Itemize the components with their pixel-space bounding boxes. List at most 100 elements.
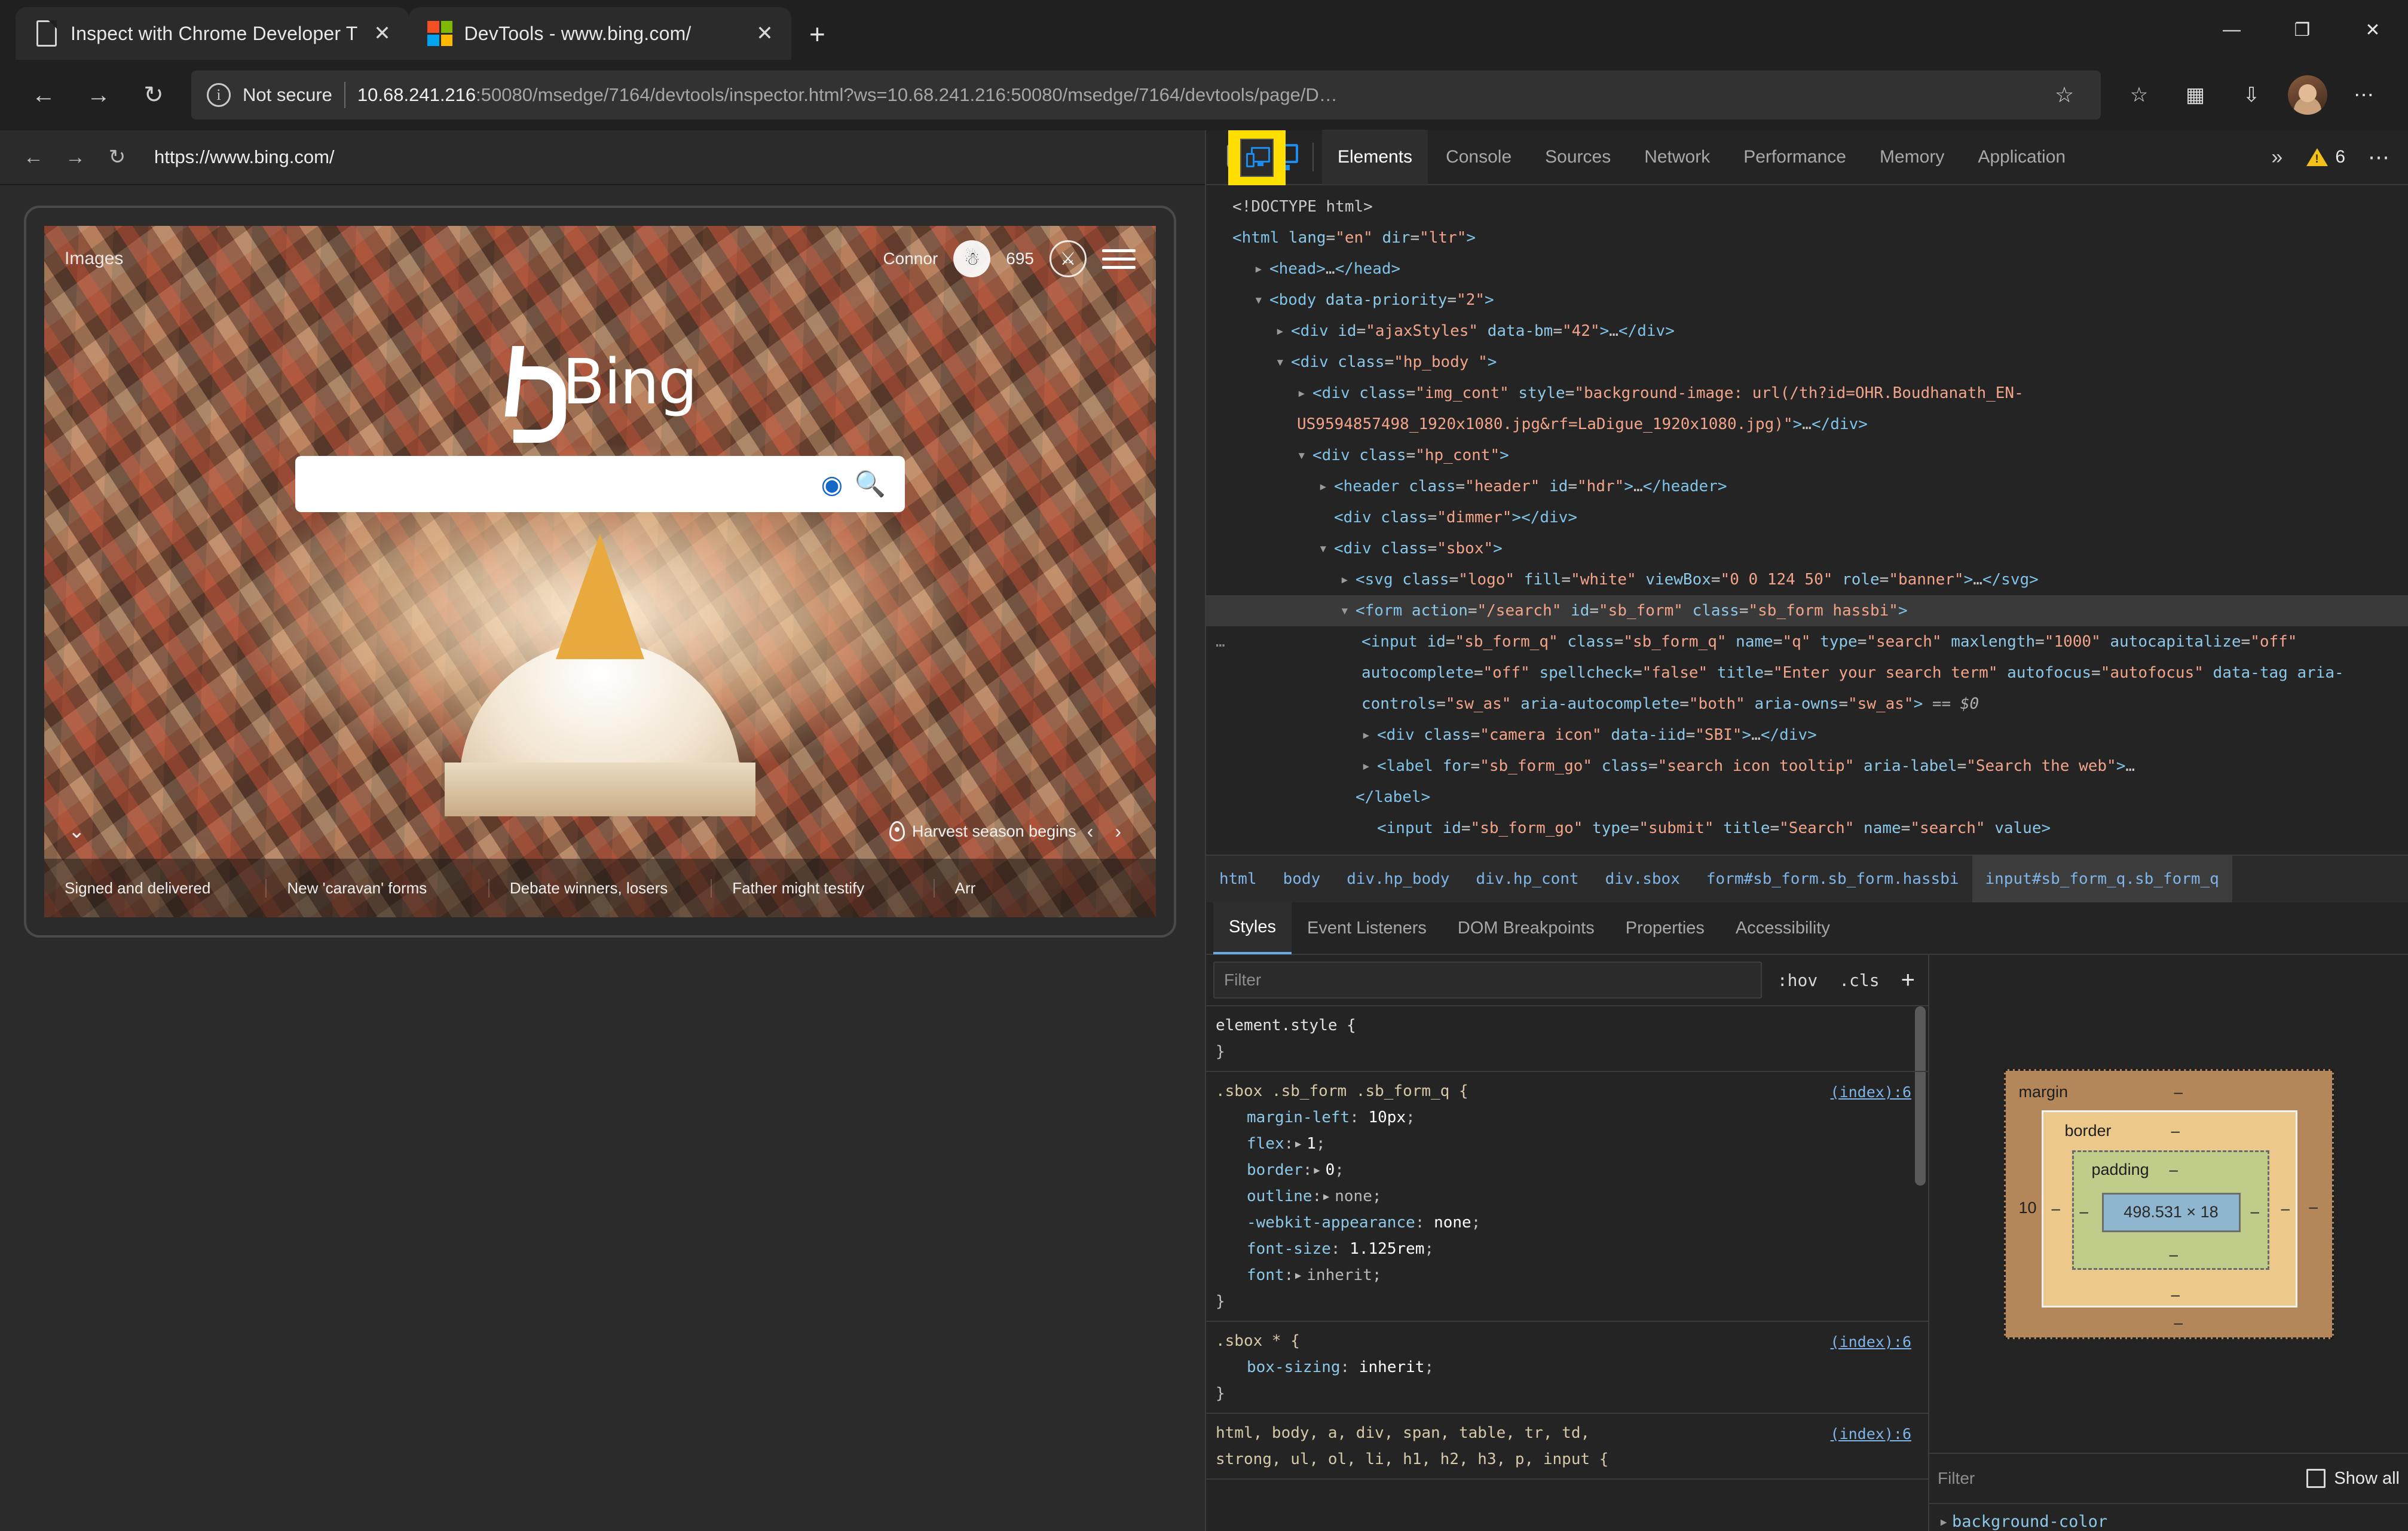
css-source-link[interactable]: (index):6	[1831, 1079, 1911, 1106]
css-declaration[interactable]: box-sizing: inherit;	[1216, 1354, 1928, 1380]
breadcrumb-item-form[interactable]: form#sb_form.sb_form.hassbi	[1693, 856, 1972, 902]
css-rule[interactable]: (index):6 .sbox * { box-sizing: inherit;…	[1206, 1322, 1928, 1414]
tab-memory[interactable]: Memory	[1864, 130, 1960, 185]
css-declaration[interactable]: margin-left: 10px;	[1216, 1104, 1928, 1131]
dom-line-selected[interactable]: … <input id="sb_form_q" class="sb_form_q"…	[1206, 626, 2408, 719]
tab-styles[interactable]: Styles	[1213, 902, 1292, 954]
breadcrumb[interactable]: html body div.hp_body div.hp_cont div.sb…	[1206, 855, 2408, 902]
tab-performance[interactable]: Performance	[1728, 130, 1862, 185]
news-item[interactable]: Arr	[933, 878, 1156, 898]
dom-line[interactable]: ▾ <div class="sbox">	[1206, 533, 2408, 564]
css-source-link[interactable]: (index):6	[1831, 1329, 1911, 1355]
css-declaration[interactable]: -webkit-appearance: none;	[1216, 1210, 1928, 1236]
dom-line[interactable]: ▸ <head>…</head>	[1206, 253, 2408, 284]
styles-filter-input[interactable]: Filter	[1213, 962, 1762, 999]
person-icon[interactable]: ☃	[953, 240, 991, 277]
show-all-checkbox[interactable]: Show all	[2306, 1469, 2400, 1489]
next-image-button[interactable]: ›	[1104, 820, 1132, 843]
css-rules-list[interactable]: element.style { } (index):6 .sbox .sb_fo…	[1206, 1006, 1928, 1531]
computed-properties-list[interactable]: ▸ background-color	[1929, 1504, 2408, 1531]
breadcrumb-item-html[interactable]: html	[1206, 856, 1270, 902]
more-menu-icon[interactable]: ⋯	[2337, 69, 2390, 121]
info-icon[interactable]: i	[207, 83, 231, 107]
css-rule[interactable]: (index):6 .sbox .sb_form .sb_form_q { ma…	[1206, 1072, 1928, 1322]
breadcrumb-item-hp-body[interactable]: div.hp_body	[1333, 856, 1462, 902]
dom-tree[interactable]: <!DOCTYPE html> <html lang="en" dir="ltr…	[1206, 185, 2408, 855]
tab-console[interactable]: Console	[1430, 130, 1527, 185]
maximize-button[interactable]: ❐	[2267, 0, 2337, 60]
page-reload-button[interactable]: ↻	[99, 139, 135, 175]
dom-line[interactable]: ▸ <svg class="logo" fill="white" viewBox=…	[1206, 564, 2408, 595]
box-model-content[interactable]: 498.531 × 18	[2101, 1192, 2241, 1232]
box-model-diagram[interactable]: margin – 10 – – – border – – –	[1929, 955, 2408, 1453]
dom-line[interactable]: </label>	[1206, 782, 2408, 813]
css-source-link[interactable]: (index):6	[1831, 1421, 1911, 1447]
css-declaration[interactable]: font:▸ inherit;	[1216, 1262, 1928, 1288]
minimize-button[interactable]: —	[2196, 0, 2267, 60]
border-right-value[interactable]: –	[2281, 1199, 2290, 1218]
tab-dom-breakpoints[interactable]: DOM Breakpoints	[1442, 902, 1610, 954]
dom-line[interactable]: <input id="sb_form_go" type="submit" tit…	[1206, 813, 2408, 844]
collections-icon[interactable]: ▦	[2169, 69, 2222, 121]
favorite-star-icon[interactable]: ☆	[2043, 82, 2085, 108]
tab-properties[interactable]: Properties	[1610, 902, 1720, 954]
breadcrumb-item-body[interactable]: body	[1270, 856, 1334, 902]
breadcrumb-item-sbox[interactable]: div.sbox	[1592, 856, 1693, 902]
chevron-right-icon[interactable]: ▸	[1939, 1512, 1952, 1531]
dom-line[interactable]: ▸ <div class="img_cont" style="background…	[1206, 378, 2408, 440]
tab-close-icon[interactable]: ✕	[751, 23, 778, 44]
dom-line[interactable]: ▾ <div class="hp_cont">	[1206, 440, 2408, 471]
border-top-value[interactable]: –	[2171, 1122, 2180, 1140]
warning-badge[interactable]: 6	[2298, 147, 2354, 167]
news-item[interactable]: New 'caravan' forms	[265, 878, 488, 898]
dom-line[interactable]: <div class="dimmer"></div>	[1206, 502, 2408, 533]
css-declaration[interactable]: font-size: 1.125rem;	[1216, 1236, 1928, 1262]
dom-line[interactable]: ▸ <label for="sb_form_go" class="search i…	[1206, 751, 2408, 782]
checkbox-icon[interactable]	[2306, 1469, 2326, 1488]
margin-left-value[interactable]: 10	[2019, 1199, 2037, 1217]
border-bottom-value[interactable]: –	[2171, 1285, 2180, 1304]
margin-right-value[interactable]: –	[2309, 1198, 2318, 1216]
tab-accessibility[interactable]: Accessibility	[1720, 902, 1846, 954]
tab-application[interactable]: Application	[1962, 130, 2081, 185]
tab-network[interactable]: Network	[1629, 130, 1725, 185]
prev-image-button[interactable]: ‹	[1076, 820, 1104, 843]
dom-line[interactable]: ▸ <div id="ajaxStyles" data-bm="42">…</di…	[1206, 316, 2408, 347]
images-link[interactable]: Images	[65, 249, 123, 269]
tab-elements[interactable]: Elements	[1322, 130, 1428, 185]
computed-property[interactable]: background-color	[1952, 1512, 2107, 1531]
magnifier-icon[interactable]: 🔍	[851, 470, 889, 499]
tab-close-icon[interactable]: ✕	[368, 23, 396, 44]
box-model-border[interactable]: border – – – – padding – – – – 498.531 ×…	[2041, 1110, 2297, 1308]
dom-line[interactable]: ▸ <header class="header" id="hdr">…</head…	[1206, 471, 2408, 502]
padding-right-value[interactable]: –	[2251, 1202, 2259, 1221]
page-back-button[interactable]: ←	[16, 139, 51, 175]
browser-tab-inspect[interactable]: Inspect with Chrome Developer T ✕	[16, 7, 409, 60]
device-toolbar-icon-highlighted[interactable]	[1240, 139, 1274, 177]
dom-line-selected-parent[interactable]: ▾ <form action="/search" id="sb_form" cla…	[1206, 595, 2408, 626]
padding-left-value[interactable]: –	[2080, 1202, 2088, 1221]
reload-button[interactable]: ↻	[128, 69, 179, 121]
back-button[interactable]: ←	[18, 69, 69, 121]
computed-filter-input[interactable]: Filter	[1938, 1469, 2297, 1488]
dom-line[interactable]: ▾ <body data-priority="2">	[1206, 284, 2408, 316]
hov-button[interactable]: :hov	[1771, 970, 1823, 990]
tab-sources[interactable]: Sources	[1529, 130, 1626, 185]
chevron-down-icon[interactable]: ⌄	[68, 819, 85, 843]
dom-line[interactable]: ▾ <div class="hp_body ">	[1206, 347, 2408, 378]
padding-top-value[interactable]: –	[2170, 1161, 2178, 1179]
camera-search-icon[interactable]: ◉	[813, 470, 851, 499]
margin-top-value[interactable]: –	[2174, 1083, 2183, 1101]
trophy-icon[interactable]: ⚔	[1050, 240, 1087, 277]
box-model-margin[interactable]: margin – 10 – – – border – – –	[2003, 1068, 2334, 1339]
news-item[interactable]: Father might testify	[711, 878, 933, 898]
add-rule-button[interactable]: +	[1895, 967, 1921, 994]
browser-tab-devtools[interactable]: DevTools - www.bing.com/ ✕	[409, 7, 792, 60]
close-window-button[interactable]: ✕	[2337, 0, 2408, 60]
dom-line[interactable]: <!DOCTYPE html>	[1206, 191, 2408, 222]
forward-button[interactable]: →	[73, 69, 124, 121]
news-item[interactable]: Signed and delivered	[44, 879, 265, 898]
css-rule[interactable]: element.style { }	[1206, 1006, 1928, 1072]
favorites-icon[interactable]: ☆	[2113, 69, 2165, 121]
address-bar[interactable]: i Not secure 10.68.241.216:50080/msedge/…	[191, 71, 2101, 120]
